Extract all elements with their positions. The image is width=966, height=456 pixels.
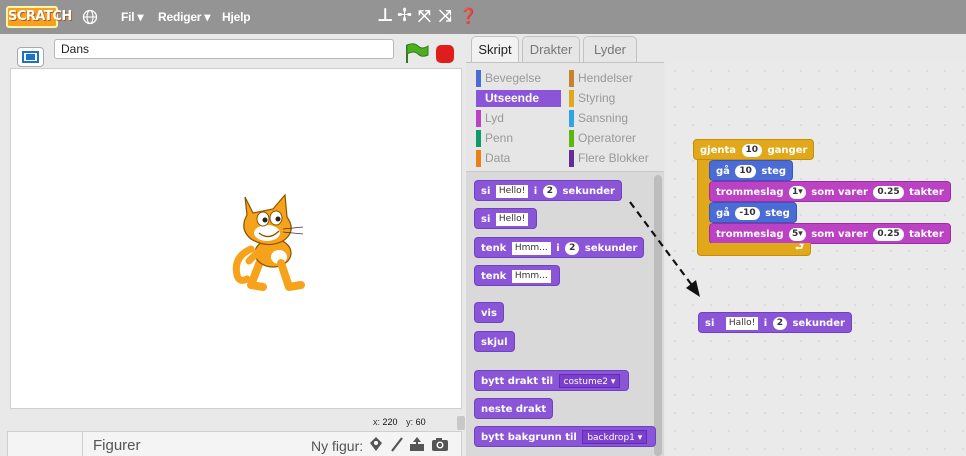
category-pen[interactable]: Penn (476, 130, 561, 147)
loop-arrow-icon: ⮐ (795, 242, 804, 253)
mouse-coordinates: x: 220 y: 60 (373, 417, 426, 427)
block-hide[interactable]: skjul (474, 331, 515, 352)
block-switch-costume[interactable]: bytt drakt til costume2 ▾ (474, 370, 630, 391)
category-sensing[interactable]: Sansning (569, 110, 659, 127)
grow-icon[interactable]: ⤧ (418, 7, 431, 25)
menu-bar: SCRATCH Fil ▾ Rediger ▾ Hjelp ⊥ ✢ ⤧ ⤨ ❓ (0, 0, 966, 34)
fullscreen-button[interactable] (17, 47, 44, 67)
new-sprite-label: Ny figur: (311, 438, 364, 454)
block-repeat[interactable]: gjenta 10 ganger (693, 139, 815, 160)
drag-arrow (629, 201, 700, 297)
duplicate-icon[interactable]: ⊥ (377, 7, 393, 25)
tab-scripts[interactable]: Skript (471, 36, 519, 63)
block-say-for-secs[interactable]: si Hello! i 2 sekunder (474, 180, 622, 201)
category-control[interactable]: Styring (569, 90, 659, 107)
block-play-drum[interactable]: trommeslag 5▾ som varer 0.25 takter (709, 223, 951, 244)
block-think[interactable]: tenk Hmm... (474, 265, 560, 286)
block-switch-backdrop[interactable]: bytt bakgrunn til backdrop1 ▾ (474, 426, 657, 447)
block-think-for-secs[interactable]: tenk Hmm... i 2 sekunder (474, 237, 645, 258)
menu-file[interactable]: Fil ▾ (121, 10, 144, 24)
block-say[interactable]: si Hello! (474, 208, 538, 229)
block-move-steps[interactable]: gå 10 steg (709, 160, 794, 181)
green-flag-icon[interactable] (404, 42, 430, 64)
language-globe-icon[interactable] (82, 9, 98, 25)
repeat-block-footer: ⮐ (697, 242, 811, 256)
sprites-label: Figurer (93, 437, 141, 454)
scripts-area[interactable] (666, 62, 966, 456)
category-sound[interactable]: Lyd (476, 110, 561, 127)
menu-edit[interactable]: Rediger ▾ (158, 10, 210, 24)
tab-costumes[interactable]: Drakter (522, 36, 580, 63)
collapse-stage-handle[interactable] (457, 416, 465, 430)
category-motion[interactable]: Bevegelse (476, 70, 561, 87)
block-play-drum[interactable]: trommeslag 1▾ som varer 0.25 takter (709, 181, 951, 202)
category-events[interactable]: Hendelser (569, 70, 659, 87)
category-looks[interactable]: Utseende (476, 90, 561, 107)
block-say-for-secs-dropped[interactable]: si Hallo! i 2 sekunder (698, 312, 852, 333)
delete-icon[interactable]: ✢ (397, 7, 412, 25)
library-sprite-icon[interactable] (367, 435, 385, 453)
category-operators[interactable]: Operatorer (569, 130, 659, 147)
camera-sprite-icon[interactable] (431, 435, 449, 453)
scratch-logo[interactable]: SCRATCH (6, 6, 72, 28)
project-title-input[interactable] (54, 39, 394, 59)
cat-sprite[interactable] (223, 187, 323, 297)
help-icon[interactable]: ❓ (459, 7, 478, 25)
category-more-blocks[interactable]: Flere Blokker (569, 150, 659, 167)
upload-sprite-icon[interactable] (408, 435, 426, 453)
menu-help[interactable]: Hjelp (222, 10, 251, 24)
costume-dropdown[interactable]: costume2 ▾ (558, 374, 621, 388)
backdrop-dropdown[interactable]: backdrop1 ▾ (582, 430, 648, 444)
block-show[interactable]: vis (474, 302, 504, 323)
shrink-icon[interactable]: ⤨ (439, 7, 452, 25)
stage-canvas[interactable] (10, 68, 462, 409)
block-next-costume[interactable]: neste drakt (474, 398, 554, 419)
category-data[interactable]: Data (476, 150, 561, 167)
stop-button[interactable] (436, 45, 454, 63)
paint-sprite-icon[interactable] (388, 435, 406, 453)
tab-sounds[interactable]: Lyder (583, 36, 637, 63)
block-move-steps[interactable]: gå -10 steg (709, 202, 797, 223)
